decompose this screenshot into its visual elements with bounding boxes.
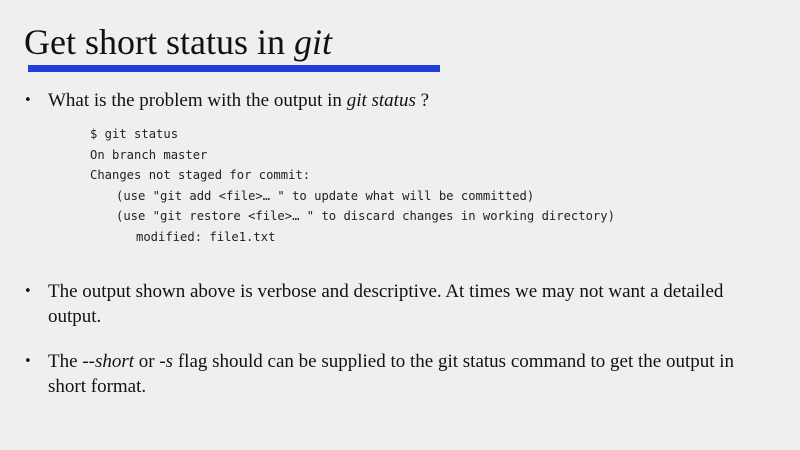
bullet-text-part: ?	[415, 90, 430, 111]
bullet-text-part: The	[48, 351, 83, 372]
bullet-short-flag: • The --short or -s flag should can be s…	[24, 349, 774, 399]
code-line: modified: file1.txt	[136, 229, 276, 244]
code-line: On branch master	[90, 147, 208, 162]
bullet-verbose: • The output shown above is verbose and …	[24, 279, 774, 329]
bullet-text-italic: --short	[82, 351, 135, 372]
title-underline	[28, 65, 440, 72]
bullet-text-italic: git status	[346, 90, 416, 111]
bullet-text-italic: -s	[159, 351, 174, 372]
code-line: (use "git restore <file>… " to discard c…	[116, 209, 615, 223]
bullet-problem: • What is the problem with the output in…	[24, 88, 774, 113]
code-line: $ git status	[90, 127, 179, 141]
bullet-text: What is the problem with the output in g…	[48, 88, 774, 113]
bullet-text-part: What is the problem with the output in	[48, 90, 347, 111]
bullet-dot: •	[24, 93, 32, 108]
code-line: Changes not staged for commit:	[90, 168, 311, 182]
bullet-dot: •	[24, 354, 32, 369]
title-prefix: Get short status in	[24, 22, 294, 62]
bullet-text: The --short or -s flag should can be sup…	[48, 349, 774, 399]
title-italic: git	[293, 22, 332, 62]
code-block: $ git status On branch master Changes not …	[90, 124, 615, 247]
slide-title: Get short status in git	[24, 20, 332, 64]
code-line: (use "git add <file>… " to update what w…	[116, 188, 535, 203]
slide: Get short status in git • What is the pr…	[0, 0, 800, 450]
bullet-dot: •	[24, 284, 32, 299]
bullet-text-part: or	[134, 351, 160, 372]
bullet-text: The output shown above is verbose and de…	[48, 281, 724, 327]
